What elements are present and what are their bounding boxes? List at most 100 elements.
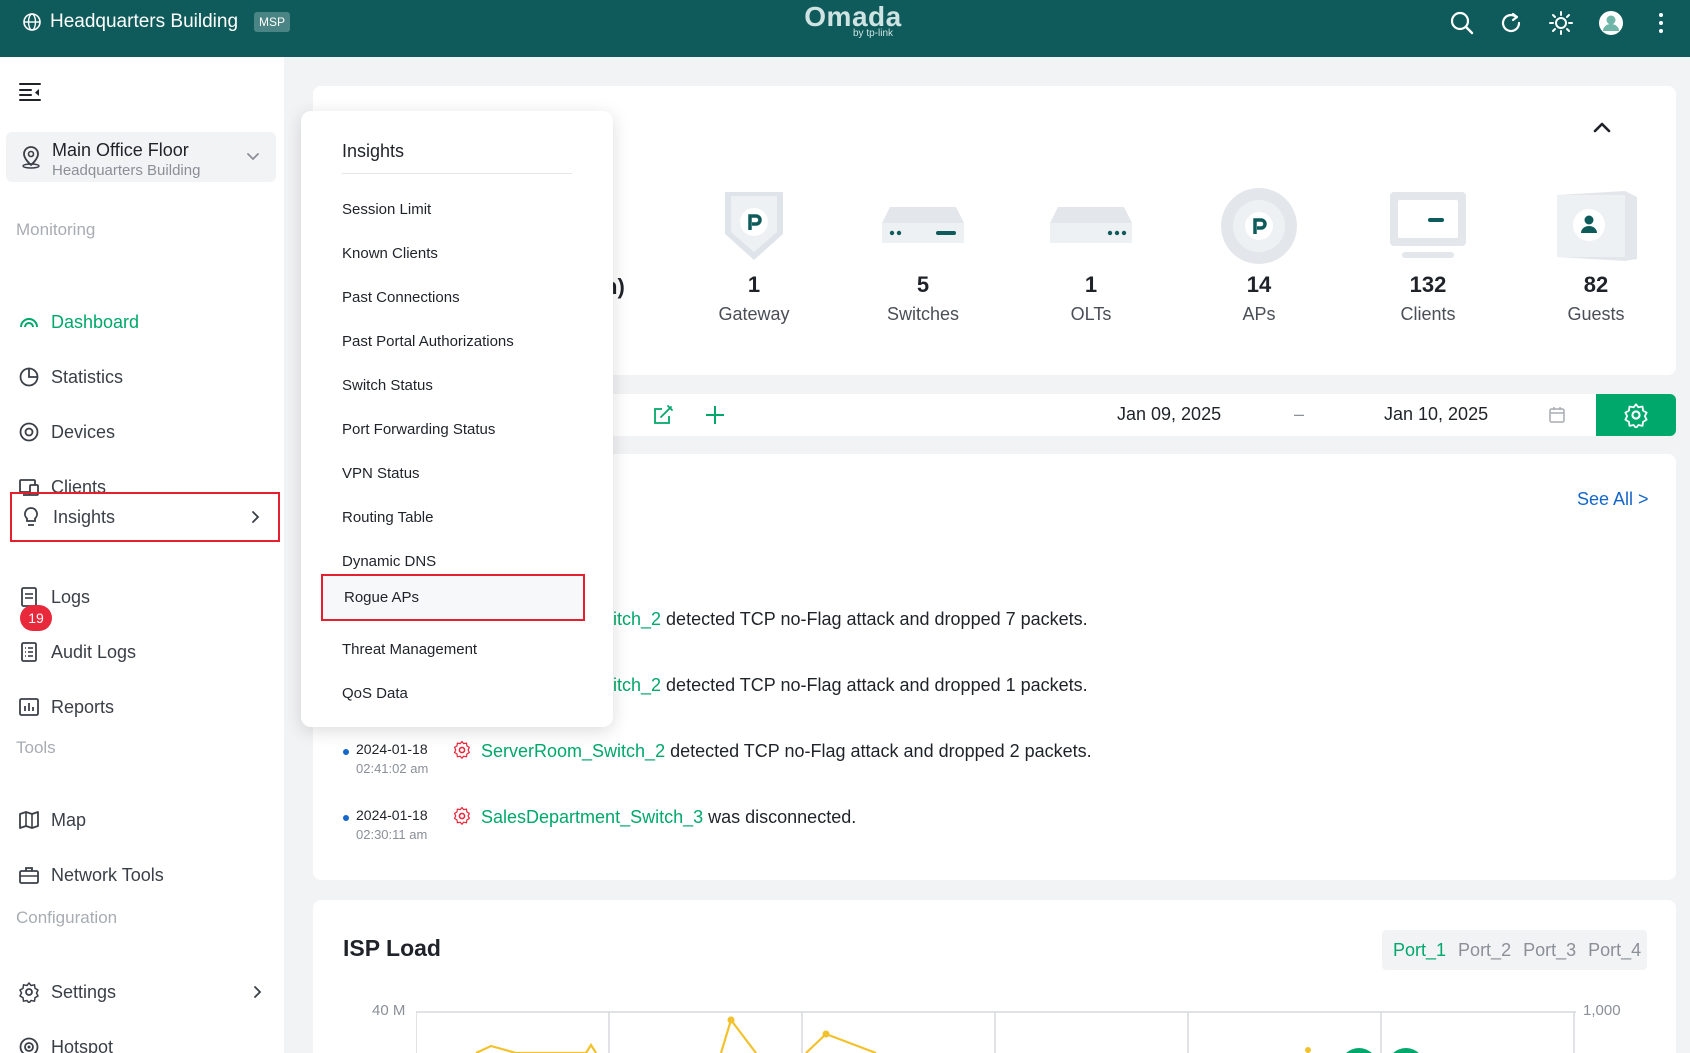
- sidebar-item-reports[interactable]: Reports: [10, 682, 280, 732]
- tab-port-2[interactable]: Port_2: [1458, 940, 1511, 961]
- log-time: 02:41:02 am: [356, 761, 429, 776]
- sidebar-item-settings[interactable]: Settings: [10, 967, 280, 1017]
- stat-clients[interactable]: 132 Clients: [1373, 186, 1483, 325]
- pie-chart-icon: [19, 367, 39, 387]
- log-bullet: [343, 749, 349, 755]
- map-icon: [19, 811, 39, 829]
- log-row: itch_2 detected TCP no-Flag attack and d…: [613, 675, 1088, 696]
- chevron-down-icon: [247, 153, 259, 161]
- site-selector[interactable]: Main Office Floor Headquarters Building: [6, 132, 276, 182]
- dashboard-settings-button[interactable]: [1596, 394, 1676, 436]
- stat-count: 1: [1084, 272, 1098, 297]
- sidebar-item-devices[interactable]: Devices: [10, 407, 280, 457]
- log-device-link[interactable]: itch_2: [613, 609, 661, 629]
- msp-badge: MSP: [254, 12, 291, 32]
- menu-item-switch-status[interactable]: Switch Status: [321, 363, 585, 407]
- stat-guests[interactable]: 82 Guests: [1541, 186, 1651, 325]
- calendar-icon[interactable]: [1548, 406, 1566, 424]
- add-icon[interactable]: [704, 404, 726, 426]
- stat-count: 132: [1409, 272, 1447, 297]
- sidebar-item-hotspot[interactable]: Hotspot: [10, 1022, 280, 1053]
- stat-count: 1: [747, 272, 761, 297]
- menu-item-session-limit[interactable]: Session Limit: [321, 187, 585, 231]
- menu-item-threat-management[interactable]: Threat Management: [321, 627, 585, 671]
- menu-item-past-portal-authorizations[interactable]: Past Portal Authorizations: [321, 319, 585, 363]
- sidebar-item-audit-logs[interactable]: Audit Logs: [10, 627, 280, 677]
- monitoring-label: Monitoring: [16, 220, 96, 239]
- sidebar-item-network-tools[interactable]: Network Tools: [10, 850, 280, 900]
- sidebar-item-label: Devices: [51, 421, 116, 442]
- log-device-link[interactable]: SalesDepartment_Switch_3: [481, 807, 703, 827]
- isp-load-chart: [416, 1011, 1576, 1053]
- sidebar-item-dashboard[interactable]: Dashboard: [10, 297, 280, 347]
- sidebar-item-label: Dashboard: [51, 311, 140, 332]
- log-date: 2024-01-18: [356, 741, 428, 757]
- theme-sun-icon[interactable]: [1548, 10, 1574, 36]
- stat-label: OLTs: [1070, 304, 1112, 324]
- chart-series-line: [805, 1032, 877, 1053]
- menu-item-port-forwarding-status[interactable]: Port Forwarding Status: [321, 407, 585, 451]
- stat-gateway[interactable]: 1 Gateway: [699, 186, 809, 325]
- access-point-icon: [1221, 188, 1297, 264]
- refresh-icon[interactable]: [1498, 10, 1524, 36]
- site-switcher[interactable]: Headquarters Building MSP: [22, 10, 291, 34]
- sidebar-item-label: Network Tools: [51, 864, 164, 885]
- menu-item-known-clients[interactable]: Known Clients: [321, 231, 585, 275]
- insights-submenu: Insights Session Limit Known Clients Pas…: [301, 111, 613, 727]
- stat-switches[interactable]: 5 Switches: [868, 186, 978, 325]
- end-date[interactable]: Jan 10, 2025: [1384, 404, 1488, 425]
- stat-count: 82: [1583, 272, 1609, 297]
- log-message: detected TCP no-Flag attack and dropped …: [661, 675, 1088, 695]
- sidebar-item-insights[interactable]: Insights: [10, 492, 280, 542]
- sidebar-item-statistics[interactable]: Statistics: [10, 352, 280, 402]
- tab-port-4[interactable]: Port_4: [1588, 940, 1641, 961]
- menu-item-routing-table[interactable]: Routing Table: [321, 495, 585, 539]
- collapse-menu-icon[interactable]: [18, 81, 42, 103]
- chart-marker: [1346, 1048, 1372, 1053]
- port-tabs: Port_1 Port_2 Port_3 Port_4: [1382, 930, 1647, 970]
- switch-alert-icon: [453, 807, 470, 825]
- search-icon[interactable]: [1449, 10, 1475, 36]
- stat-olts[interactable]: 1 OLTs: [1036, 186, 1146, 325]
- gear-icon: [1624, 403, 1648, 428]
- sidebar-item-label: Statistics: [51, 366, 124, 387]
- start-date[interactable]: Jan 09, 2025: [1117, 404, 1221, 425]
- edit-icon[interactable]: [652, 404, 674, 426]
- chart-point: [1305, 1047, 1311, 1053]
- sidebar: Main Office Floor Headquarters Building …: [0, 57, 284, 1053]
- location-pin-icon: [22, 146, 40, 169]
- menu-item-rogue-aps[interactable]: Rogue APs: [321, 574, 585, 621]
- chevron-right-icon: [252, 511, 260, 523]
- menu-item-qos-data[interactable]: QoS Data: [321, 671, 585, 715]
- sidebar-item-label: Hotspot: [51, 1036, 114, 1053]
- chevron-right-icon: [254, 986, 262, 998]
- switch-icon: [882, 207, 964, 243]
- log-entry: ServerRoom_Switch_2 detected TCP no-Flag…: [481, 741, 1092, 762]
- gateway-icon: [725, 192, 783, 260]
- chart-marker: [1393, 1048, 1419, 1053]
- log-device-link[interactable]: itch_2: [613, 675, 661, 695]
- log-device-link[interactable]: ServerRoom_Switch_2: [481, 741, 665, 761]
- more-vertical-icon[interactable]: [1648, 10, 1674, 36]
- site-selector-name: Main Office Floor: [52, 140, 189, 160]
- hotspot-icon: [19, 1037, 39, 1053]
- log-message: detected TCP no-Flag attack and dropped …: [665, 741, 1092, 761]
- see-all-link[interactable]: See All >: [1577, 489, 1649, 510]
- isp-load-title: ISP Load: [343, 935, 441, 961]
- tab-port-1[interactable]: Port_1: [1393, 940, 1446, 961]
- stat-aps[interactable]: 14 APs: [1204, 186, 1314, 325]
- chevron-up-icon[interactable]: [1592, 120, 1612, 134]
- log-message: detected TCP no-Flag attack and dropped …: [661, 609, 1088, 629]
- menu-item-vpn-status[interactable]: VPN Status: [321, 451, 585, 495]
- user-avatar[interactable]: [1598, 10, 1624, 36]
- tab-port-3[interactable]: Port_3: [1523, 940, 1576, 961]
- sidebar-item-map[interactable]: Map: [10, 795, 280, 845]
- stat-label: Switches: [886, 304, 960, 324]
- stat-label: Clients: [1400, 304, 1456, 324]
- chart-series-line: [719, 1017, 757, 1053]
- submenu-title: Insights: [342, 141, 405, 161]
- menu-item-past-connections[interactable]: Past Connections: [321, 275, 585, 319]
- log-entry: SalesDepartment_Switch_3 was disconnecte…: [481, 807, 856, 828]
- log-row: itch_2 detected TCP no-Flag attack and d…: [613, 609, 1088, 630]
- log-date: 2024-01-18: [356, 807, 428, 823]
